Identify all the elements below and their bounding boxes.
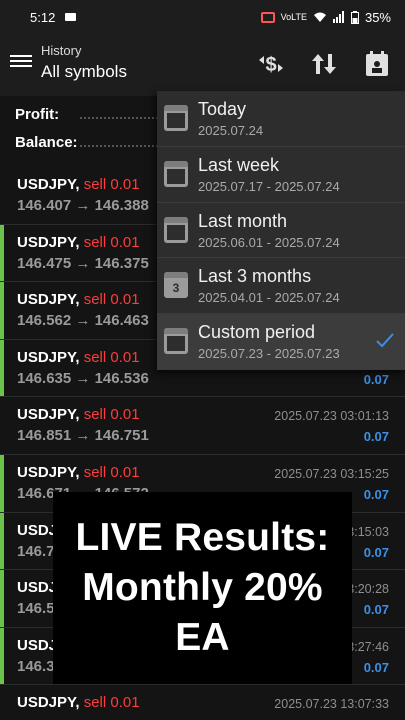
win-indicator bbox=[0, 570, 4, 627]
trade-prices: 146.851 → 146.751 bbox=[17, 427, 149, 445]
win-indicator bbox=[0, 224, 4, 282]
period-label: Today bbox=[198, 99, 247, 119]
win-indicator bbox=[0, 339, 4, 397]
trade-symbol: USDJPY, sell 0.01 bbox=[17, 463, 140, 481]
trade-symbol: USDJPY, sell 0.01 bbox=[17, 176, 140, 193]
trade-side: sell 0.01 bbox=[83, 348, 140, 366]
open-price: 146.7 bbox=[17, 542, 55, 560]
calendar-custom-icon bbox=[164, 328, 188, 355]
trade-profit: 0.07 bbox=[363, 486, 389, 502]
calendar-week-icon bbox=[164, 160, 188, 187]
calendar-month-icon bbox=[164, 216, 188, 243]
trade-side: sell 0.01 bbox=[83, 176, 140, 193]
trade-date: 2025.07.23 13:07:33 bbox=[274, 697, 389, 712]
calendar-day-icon bbox=[164, 105, 188, 131]
period-label: Last month bbox=[198, 210, 288, 231]
close-price: 146.375 bbox=[94, 254, 149, 272]
period-label: Last 3 months bbox=[198, 266, 312, 287]
trade-prices: 146.5 bbox=[17, 600, 55, 617]
period-option-last-week[interactable]: Last week 2025.07.17 - 2025.07.24 bbox=[157, 147, 405, 203]
trade-date: 2025.07.23 03:15:25 bbox=[274, 466, 389, 481]
period-range: 2025.07.24 bbox=[198, 123, 264, 138]
open-price: 146.635 bbox=[17, 369, 72, 387]
balance-label: Balance: bbox=[15, 134, 78, 151]
close-price: 146.463 bbox=[94, 312, 149, 330]
trade-date: 2025.07.23 03:01:13 bbox=[274, 409, 389, 424]
period-option-custom-period[interactable]: Custom period 2025.07.23 - 2025.07.23 bbox=[157, 314, 405, 370]
open-price: 146.5 bbox=[17, 600, 55, 618]
trade-row[interactable]: USDJPY, sell 0.01 146.851 → 146.751 2025.0… bbox=[0, 397, 405, 455]
win-indicator bbox=[0, 512, 4, 570]
toolbar-subtitle: History bbox=[41, 43, 82, 58]
signal-icon bbox=[332, 11, 344, 23]
trade-side: sell 0.01 bbox=[83, 463, 140, 481]
calendar-3-months-icon: 3 bbox=[164, 272, 188, 299]
caption-overlay: LIVE Results: Monthly 20% EA bbox=[53, 492, 352, 684]
trade-profit: 0.07 bbox=[363, 371, 389, 387]
trade-side: sell 0.01 bbox=[83, 694, 140, 712]
open-price: 146.475 bbox=[17, 254, 72, 272]
calendar-icon[interactable] bbox=[362, 50, 392, 78]
open-price: 146.562 bbox=[17, 312, 72, 330]
period-range: 2025.07.17 - 2025.07.24 bbox=[198, 178, 340, 194]
cast-icon bbox=[260, 11, 275, 23]
caption-line-1: LIVE Results: bbox=[75, 516, 330, 559]
trade-prices: 146.475 → 146.375 bbox=[17, 254, 149, 272]
win-indicator bbox=[0, 454, 4, 512]
video-icon bbox=[65, 13, 77, 21]
svg-text:$: $ bbox=[265, 54, 276, 76]
trade-prices: 146.635 → 146.536 bbox=[17, 369, 149, 387]
period-range: 2025.06.01 - 2025.07.24 bbox=[198, 234, 340, 250]
close-price: 146.751 bbox=[94, 427, 149, 445]
open-price: 146.407 bbox=[17, 197, 72, 214]
trade-symbol: USDJPY, sell 0.01 bbox=[17, 233, 140, 251]
trade-side: sell 0.01 bbox=[83, 233, 140, 251]
toolbar-title[interactable]: All symbols bbox=[41, 62, 127, 82]
currency-filter-icon[interactable]: $ bbox=[256, 50, 286, 78]
trade-symbol: USDJPY, sell 0.01 bbox=[17, 291, 140, 309]
check-icon bbox=[376, 333, 394, 348]
menu-icon[interactable] bbox=[10, 52, 32, 70]
status-time: 5:12 bbox=[30, 9, 56, 25]
trade-prices: 146.407 → 146.388 bbox=[17, 197, 149, 214]
trade-symbol: USDJPY, sell 0.01 bbox=[17, 406, 140, 424]
caption-line-3: EA bbox=[175, 616, 230, 659]
trade-profit: 0.07 bbox=[363, 659, 389, 675]
period-range: 2025.07.23 - 2025.07.23 bbox=[198, 346, 340, 362]
battery-level: 35% bbox=[364, 9, 391, 25]
trade-symbol: USDJPY, sell 0.01 bbox=[17, 694, 140, 712]
trade-profit: 0.07 bbox=[363, 602, 389, 618]
status-bar: 5:12 VoLTE 35% bbox=[0, 0, 405, 34]
period-option-last-3-months[interactable]: 3 Last 3 months 2025.04.01 - 2025.07.24 bbox=[157, 258, 405, 315]
wifi-icon bbox=[313, 12, 326, 22]
period-menu: Today 2025.07.24 Last week 2025.07.17 - 202… bbox=[157, 91, 405, 370]
win-indicator bbox=[0, 282, 4, 339]
trade-prices: 146.562 → 146.463 bbox=[17, 312, 149, 330]
network-label: VoLTE bbox=[280, 12, 307, 22]
profit-label: Profit: bbox=[15, 106, 60, 123]
trade-row[interactable]: USDJPY, sell 0.01 2025.07.23 13:07:33 bbox=[0, 685, 405, 720]
open-price: 146.851 bbox=[17, 427, 72, 445]
trade-side: sell 0.01 bbox=[83, 406, 140, 424]
period-range: 2025.04.01 - 2025.07.24 bbox=[198, 290, 340, 306]
close-price: 146.388 bbox=[94, 197, 149, 214]
trade-profit: 0.07 bbox=[363, 544, 389, 560]
caption-line-2: Monthly 20% bbox=[82, 566, 323, 609]
trade-symbol: USDJPY, sell 0.01 bbox=[17, 348, 140, 366]
toolbar: History All symbols $ bbox=[0, 34, 405, 96]
win-indicator bbox=[0, 627, 4, 685]
period-option-last-month[interactable]: Last month 2025.06.01 - 2025.07.24 bbox=[157, 203, 405, 259]
period-option-today[interactable]: Today 2025.07.24 bbox=[157, 91, 405, 147]
sort-icon[interactable] bbox=[309, 50, 339, 78]
period-label: Last week bbox=[198, 154, 280, 175]
trade-prices: 146.7 bbox=[17, 543, 55, 560]
trade-profit: 0.07 bbox=[363, 429, 389, 445]
close-price: 146.536 bbox=[94, 369, 149, 387]
period-label: Custom period bbox=[198, 322, 316, 343]
battery-icon bbox=[350, 10, 359, 24]
trade-side: sell 0.01 bbox=[83, 291, 140, 309]
